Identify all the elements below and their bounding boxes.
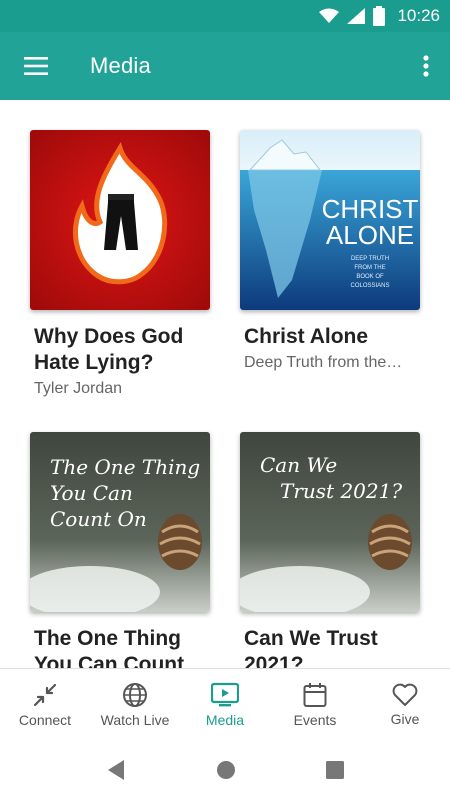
art-sub-1: DEEP TRUTH [351,256,389,262]
media-card-why-does-god-hate-lying[interactable]: Why Does God Hate Lying? Tyler Jordan [30,130,210,398]
app-bar: Media [0,32,450,100]
more-options-button[interactable] [402,32,450,100]
media-subtitle: Deep Truth from the… [244,354,403,371]
nav-item-connect[interactable]: Connect [0,669,90,740]
status-bar: 10:26 [0,0,450,32]
media-card-christ-alone[interactable]: CHRIST ALONE DEEP TRUTH FROM THE BOOK OF… [240,130,420,372]
nav-item-give[interactable]: Give [360,669,450,740]
fire-pants-artwork [30,130,210,310]
menu-button[interactable] [0,32,72,100]
bottom-navigation: Connect Watch Live Media Events Give [0,668,450,740]
heart-icon [392,683,418,706]
art-line1: Can We [260,453,337,477]
art-title-line2: ALONE [326,220,414,250]
art-sub-4: COLOSSIANS [350,283,389,289]
art-line1: The One Thing [50,455,200,479]
art-line2: Trust 2021? [280,479,402,503]
signal-icon [347,8,366,24]
media-title: Christ Alone [244,325,369,348]
nav-label: Watch Live [100,711,170,728]
recents-icon[interactable] [326,761,344,779]
connect-icon [33,683,57,706]
media-subtitle: Tyler Jordan [34,380,123,397]
iceberg-artwork: CHRIST ALONE DEEP TRUTH FROM THE BOOK OF… [240,130,420,310]
nav-label: Give [390,710,420,727]
art-line2: You Can [50,481,133,505]
media-title: The One Thing You Can Count … [34,627,185,668]
globe-icon [123,682,147,707]
wifi-icon [319,8,340,23]
page-title: Media [90,53,151,78]
calendar-icon [303,682,327,707]
media-grid: Why Does God Hate Lying? Tyler Jordan CH… [0,100,450,668]
art-line3: Count On [50,507,147,531]
media-thumbnail[interactable] [30,130,210,310]
nav-label: Media [205,711,245,728]
media-thumbnail[interactable]: Can We Trust 2021? [240,432,420,612]
clock: 10:26 [397,6,440,25]
nav-item-events[interactable]: Events [270,669,360,740]
media-title: Why Does God Hate Lying? [34,325,184,374]
nav-label: Connect [18,711,72,728]
media-card-can-we-trust-2021[interactable]: Can We Trust 2021? Can We Trust 2021? [240,432,420,668]
tv-play-icon [211,682,239,706]
art-sub-3: BOOK OF [356,274,384,280]
art-sub-2: FROM THE [354,265,385,271]
pinecone-artwork: Can We Trust 2021? [240,432,420,612]
nav-item-watch-live[interactable]: Watch Live [90,669,180,740]
battery-icon [373,6,386,26]
media-card-the-one-thing[interactable]: The One Thing You Can Count On The One T… [30,432,210,668]
hamburger-icon [24,57,48,75]
home-icon[interactable] [216,760,236,780]
nav-label: Events [293,711,337,728]
pinecone-artwork: The One Thing You Can Count On [30,432,210,612]
nav-item-media[interactable]: Media [180,669,270,740]
media-thumbnail[interactable]: CHRIST ALONE DEEP TRUTH FROM THE BOOK OF… [240,130,420,310]
more-vertical-icon [423,55,429,77]
back-icon[interactable] [106,759,126,781]
media-title: Can We Trust 2021? [244,627,378,668]
system-navigation-bar [0,740,450,800]
media-thumbnail[interactable]: The One Thing You Can Count On [30,432,210,612]
